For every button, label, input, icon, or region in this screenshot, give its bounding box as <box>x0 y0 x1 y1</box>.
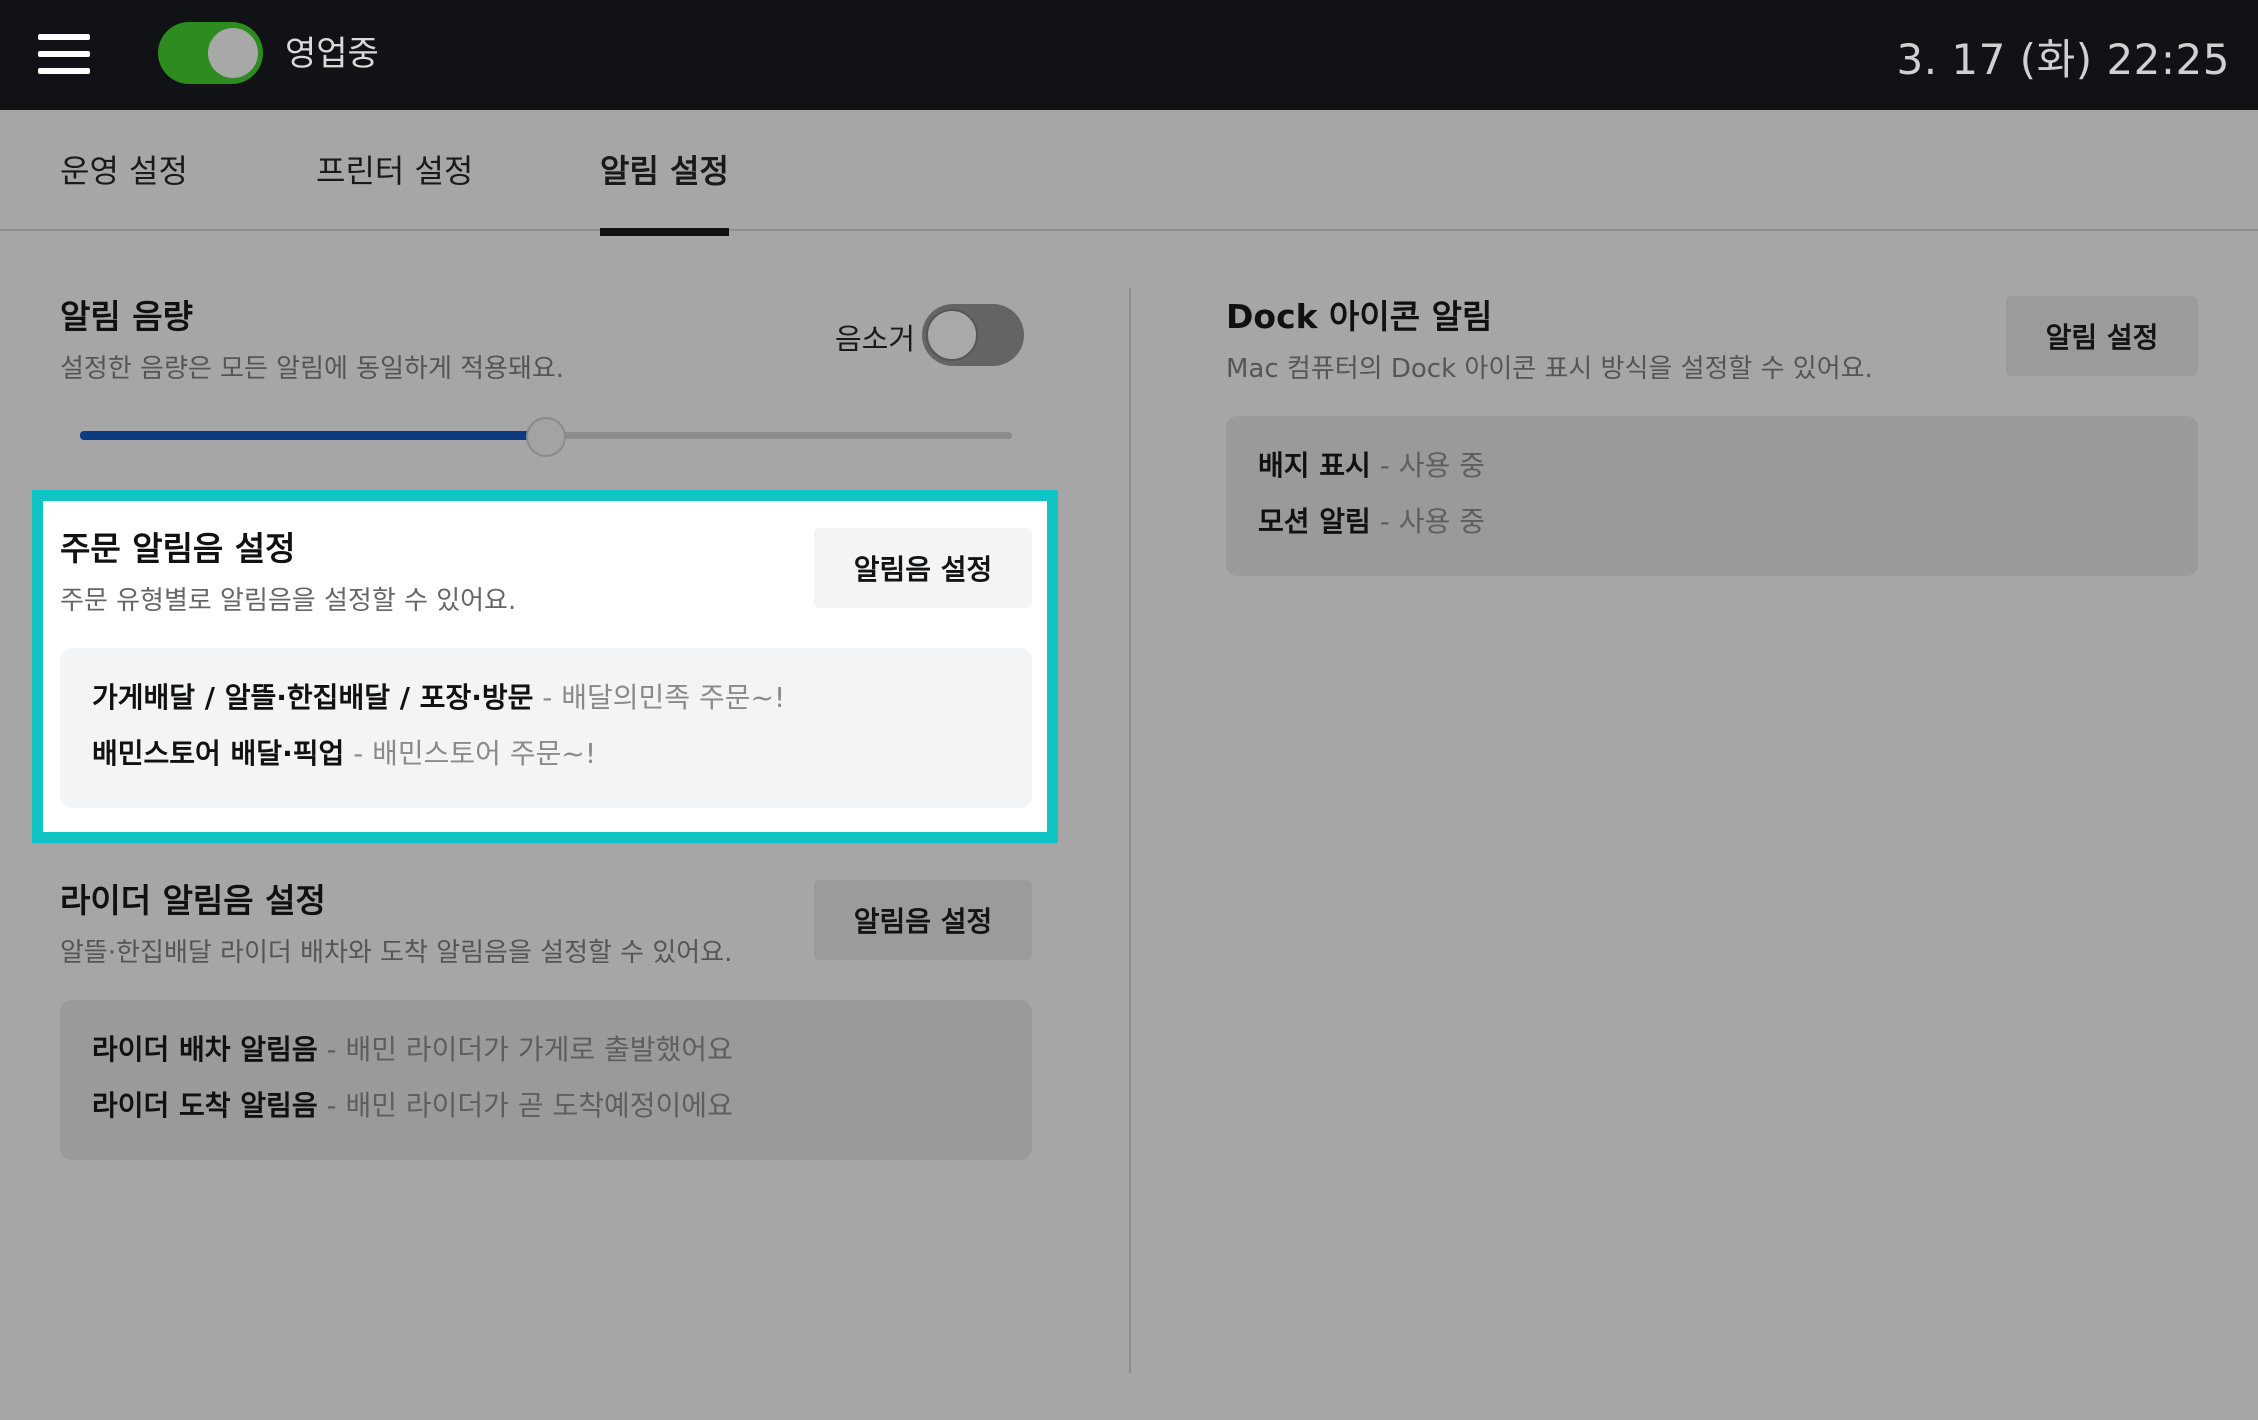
dock-setting-status: 사용 중 <box>1398 505 1485 538</box>
dock-settings-button[interactable]: 알림 설정 <box>2006 296 2198 376</box>
rider-alert-sound: 배민 라이더가 가게로 출발했어요 <box>345 1033 733 1066</box>
rider-sound-title: 라이더 알림음 설정 <box>60 881 326 920</box>
settings-tabs: 운영 설정 프린터 설정 알림 설정 <box>0 110 2258 236</box>
volume-slider-thumb[interactable] <box>526 417 566 457</box>
dock-setting-name: 배지 표시 <box>1258 449 1371 482</box>
rider-sound-settings-button[interactable]: 알림음 설정 <box>814 880 1032 960</box>
column-divider <box>1129 288 1131 1373</box>
rider-sound-row: 라이더 배차 알림음 - 배민 라이더가 가게로 출발했어요 <box>92 1030 1000 1086</box>
rider-alert-sound: 배민 라이더가 곧 도착예정이에요 <box>345 1089 733 1122</box>
toggle-knob <box>926 309 978 361</box>
volume-slider[interactable] <box>80 417 1012 457</box>
rider-sound-info-box: 라이더 배차 알림음 - 배민 라이더가 가게로 출발했어요 라이더 도착 알림… <box>60 1000 1032 1160</box>
dock-title: Dock 아이콘 알림 <box>1226 297 1493 336</box>
row-separator: - <box>533 681 562 714</box>
rider-alert-name: 라이더 배차 알림음 <box>92 1033 318 1066</box>
dock-setting-name: 모션 알림 <box>1258 505 1371 538</box>
order-sound-name: 배민스토어 주문~! <box>372 737 597 770</box>
row-separator: - <box>1370 449 1399 482</box>
dock-setting-status: 사용 중 <box>1398 449 1485 482</box>
hamburger-menu-icon[interactable] <box>38 34 90 74</box>
dock-description: Mac 컴퓨터의 Dock 아이콘 표시 방식을 설정할 수 있어요. <box>1226 354 1873 384</box>
store-open-toggle[interactable] <box>158 22 263 84</box>
order-sound-description: 주문 유형별로 알림음을 설정할 수 있어요. <box>60 586 517 616</box>
volume-slider-fill <box>80 431 546 440</box>
order-sound-row: 배민스토어 배달·픽업 - 배민스토어 주문~! <box>92 734 1000 790</box>
top-bar: 영업중 3. 17 (화) 22:25 <box>0 0 2258 110</box>
rider-sound-description: 알뜰·한집배달 라이더 배차와 도착 알림음을 설정할 수 있어요. <box>60 938 733 968</box>
toggle-knob <box>208 28 258 78</box>
order-type-name: 배민스토어 배달·픽업 <box>92 737 345 770</box>
mute-label: 음소거 <box>835 322 916 356</box>
order-sound-row: 가게배달 / 알뜰·한집배달 / 포장·방문 - 배달의민족 주문~! <box>92 678 1000 734</box>
tab-operation-settings[interactable]: 운영 설정 <box>60 146 188 228</box>
tab-printer-settings[interactable]: 프린터 설정 <box>316 146 473 228</box>
dock-setting-row: 배지 표시 - 사용 중 <box>1258 446 2166 502</box>
rider-alert-name: 라이더 도착 알림음 <box>92 1089 318 1122</box>
row-separator: - <box>344 737 373 770</box>
volume-title: 알림 음량 <box>60 297 193 336</box>
order-sound-title: 주문 알림음 설정 <box>60 529 296 568</box>
dock-info-box: 배지 표시 - 사용 중 모션 알림 - 사용 중 <box>1226 416 2198 576</box>
datetime-display: 3. 17 (화) 22:25 <box>1896 35 2230 84</box>
order-type-name: 가게배달 / 알뜰·한집배달 / 포장·방문 <box>92 681 534 714</box>
row-separator: - <box>317 1033 346 1066</box>
order-sound-name: 배달의민족 주문~! <box>561 681 786 714</box>
order-sound-settings-button[interactable]: 알림음 설정 <box>814 528 1032 608</box>
order-sound-info-box: 가게배달 / 알뜰·한집배달 / 포장·방문 - 배달의민족 주문~! 배민스토… <box>60 648 1032 808</box>
mute-toggle[interactable] <box>922 304 1024 366</box>
dock-setting-row: 모션 알림 - 사용 중 <box>1258 502 2166 558</box>
store-open-label: 영업중 <box>285 34 379 74</box>
row-separator: - <box>1370 505 1399 538</box>
rider-sound-row: 라이더 도착 알림음 - 배민 라이더가 곧 도착예정이에요 <box>92 1086 1000 1142</box>
volume-description: 설정한 음량은 모든 알림에 동일하게 적용돼요. <box>60 354 565 384</box>
row-separator: - <box>317 1089 346 1122</box>
tab-notification-settings[interactable]: 알림 설정 <box>600 146 729 236</box>
